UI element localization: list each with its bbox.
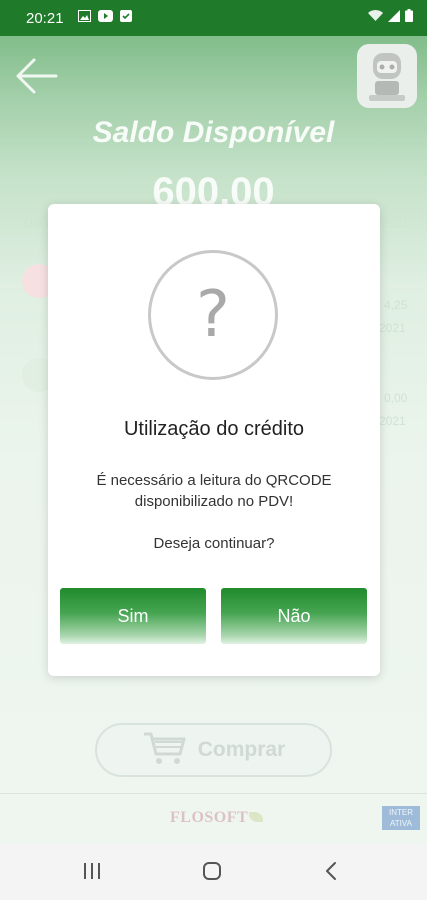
- home-icon[interactable]: [203, 862, 221, 880]
- battery-icon: [405, 9, 413, 27]
- dialog-message: É necessário a leitura do QRCODE disponi…: [96, 472, 332, 510]
- status-bar: 20:21: [0, 0, 427, 36]
- confirm-dialog: ? Utilização do crédito É necessário a l…: [48, 204, 380, 676]
- youtube-icon: [97, 9, 113, 27]
- cancel-button[interactable]: Não: [221, 588, 367, 644]
- signal-icon: [388, 9, 400, 27]
- question-mark-icon: ?: [148, 250, 278, 380]
- back-icon[interactable]: [325, 861, 337, 886]
- image-icon: [77, 9, 91, 27]
- system-nav-bar: [0, 844, 427, 900]
- wifi-icon: [368, 9, 383, 27]
- dialog-title: Utilização do crédito: [123, 418, 305, 440]
- check-square-icon: [119, 9, 132, 27]
- recent-apps-icon[interactable]: [84, 863, 100, 879]
- dialog-question: Deseja continuar?: [153, 535, 275, 552]
- status-time: 20:21: [26, 9, 64, 27]
- confirm-button[interactable]: Sim: [60, 588, 206, 644]
